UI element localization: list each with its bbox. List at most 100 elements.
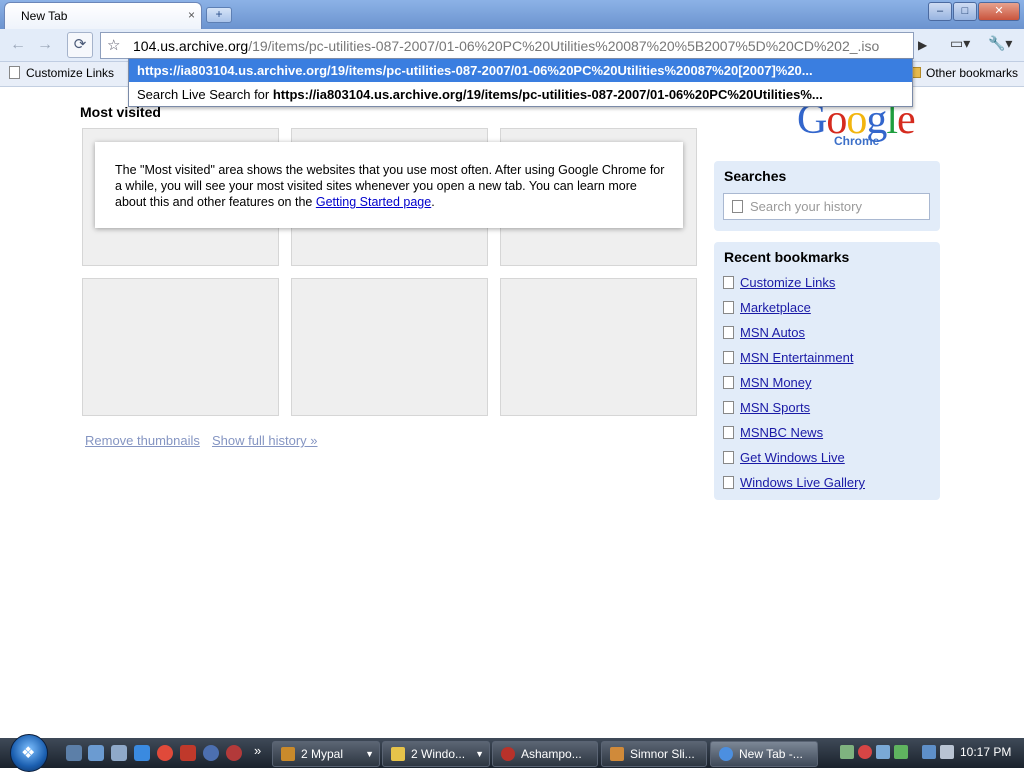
taskbar-button-new-tab[interactable]: New Tab -...	[710, 741, 818, 767]
wrench-menu-icon[interactable]: 🔧▾	[988, 35, 1012, 52]
recent-bookmark-item[interactable]: MSN Entertainment	[723, 350, 853, 365]
page-icon	[723, 326, 734, 339]
suggestion-url[interactable]: https://ia803104.us.archive.org/19/items…	[129, 59, 912, 82]
recent-bookmark-link[interactable]: MSN Money	[740, 375, 812, 390]
taskbar-button-ashampoo[interactable]: Ashampo...	[492, 741, 598, 767]
most-visited-info-box: The "Most visited" area shows the websit…	[95, 142, 683, 228]
tab-new-tab[interactable]: New Tab ×	[4, 2, 202, 30]
recent-bookmark-item[interactable]: MSN Autos	[723, 325, 805, 340]
recent-bookmark-link[interactable]: Customize Links	[740, 275, 835, 290]
taskbar-label: 2 Windo...	[411, 747, 466, 761]
thumbnail-slot[interactable]	[291, 278, 488, 416]
recent-bookmarks-panel: Recent bookmarks Customize Links Marketp…	[714, 242, 940, 500]
chevron-down-icon: ▼	[365, 749, 374, 759]
page-icon	[723, 476, 734, 489]
recent-bookmark-link[interactable]: MSN Sports	[740, 400, 810, 415]
chevron-down-icon: ▼	[475, 749, 484, 759]
recent-bookmark-item[interactable]: Marketplace	[723, 300, 811, 315]
taskbar-button-simnor[interactable]: Simnor Sli...	[601, 741, 707, 767]
taskbar-button-windows[interactable]: 2 Windo... ▼	[382, 741, 490, 767]
simnor-icon	[610, 747, 624, 761]
ashampoo-icon	[501, 747, 515, 761]
thumbnail-slot[interactable]	[82, 278, 279, 416]
recent-bookmark-link[interactable]: MSN Entertainment	[740, 350, 853, 365]
taskbar-clock[interactable]: 10:17 PM	[960, 745, 1011, 759]
other-bookmarks-label: Other bookmarks	[926, 66, 1019, 80]
history-search-input[interactable]	[748, 196, 930, 217]
search-query: https://ia803104.us.archive.org/19/items…	[272, 87, 823, 102]
omnibox-suggestions: https://ia803104.us.archive.org/19/items…	[128, 58, 913, 107]
recent-bookmark-item[interactable]: MSN Money	[723, 375, 812, 390]
page-icon	[723, 301, 734, 314]
taskbar-label: Simnor Sli...	[630, 747, 695, 761]
suggestion-search[interactable]: Search Live Search for https://ia803104.…	[129, 83, 912, 106]
recent-bookmark-item[interactable]: Customize Links	[723, 275, 835, 290]
recent-bookmark-item[interactable]: Get Windows Live	[723, 450, 845, 465]
recent-bookmark-link[interactable]: MSN Autos	[740, 325, 805, 340]
thumbnail-slot[interactable]	[500, 278, 697, 416]
reload-button[interactable]: ⟳	[67, 32, 93, 58]
recent-bookmark-item[interactable]: MSN Sports	[723, 400, 810, 415]
explorer-icon[interactable]	[111, 745, 127, 761]
media-icon[interactable]	[226, 745, 242, 761]
bookmark-star-icon[interactable]: ☆	[107, 36, 120, 54]
taskbar-button-mypal[interactable]: 2 Mypal ▼	[272, 741, 380, 767]
search-prefix: Search Live Search for	[137, 87, 270, 102]
tray-app-icon[interactable]	[840, 745, 854, 759]
page-icon	[732, 200, 743, 213]
gmail-icon[interactable]	[180, 745, 196, 761]
recent-bookmarks-title: Recent bookmarks	[724, 249, 850, 265]
chrome-icon[interactable]	[157, 745, 173, 761]
url-path: /19/items/pc-utilities-087-2007/01-06%20…	[248, 38, 880, 54]
minimize-button[interactable]: –	[928, 2, 952, 21]
recent-bookmark-item[interactable]: Windows Live Gallery	[723, 475, 865, 490]
show-desktop-icon[interactable]	[66, 745, 82, 761]
new-tab-button[interactable]: +	[206, 7, 232, 23]
forward-button[interactable]: →	[34, 34, 56, 56]
go-arrow-icon[interactable]: ▶	[918, 38, 927, 52]
quicklaunch-more-icon[interactable]: »	[254, 743, 261, 758]
getting-started-link[interactable]: Getting Started page	[316, 195, 431, 209]
page-icon	[723, 351, 734, 364]
taskbar-label: 2 Mypal	[301, 747, 344, 761]
mypal-icon	[281, 747, 295, 761]
close-window-button[interactable]: ✕	[978, 2, 1020, 21]
recent-bookmark-link[interactable]: MSNBC News	[740, 425, 823, 440]
messenger-icon[interactable]	[203, 745, 219, 761]
start-button[interactable]: ❖	[10, 734, 48, 772]
url-host: 104.us.archive.org	[133, 38, 249, 54]
title-bar: New Tab × + – □ ✕	[0, 0, 1024, 30]
show-full-history-link[interactable]: Show full history »	[212, 433, 318, 448]
page-icon	[723, 276, 734, 289]
bookmark-customize-links[interactable]: Customize Links	[9, 66, 114, 80]
other-bookmarks-button[interactable]: Other bookmarks	[909, 66, 1018, 80]
tab-close-icon[interactable]: ×	[188, 8, 195, 22]
tray-app-icon[interactable]	[894, 745, 908, 759]
page-icon	[723, 376, 734, 389]
volume-muted-icon[interactable]	[940, 745, 954, 759]
history-search-box[interactable]	[723, 193, 930, 220]
page-icon	[723, 401, 734, 414]
taskbar-label: Ashampo...	[521, 747, 582, 761]
tray-app-icon[interactable]	[876, 745, 890, 759]
internet-explorer-icon[interactable]	[134, 745, 150, 761]
tray-security-icon[interactable]	[858, 745, 872, 759]
recent-bookmark-link[interactable]: Get Windows Live	[740, 450, 845, 465]
searches-title: Searches	[724, 168, 787, 184]
page-icon	[723, 426, 734, 439]
chrome-icon	[719, 747, 733, 761]
maximize-button[interactable]: □	[953, 2, 977, 21]
page-icon	[723, 451, 734, 464]
recent-bookmark-item[interactable]: MSNBC News	[723, 425, 823, 440]
taskbar-label: New Tab -...	[739, 747, 803, 761]
recent-bookmark-link[interactable]: Windows Live Gallery	[740, 475, 865, 490]
system-tray: 10:17 PM	[832, 741, 1024, 765]
switch-windows-icon[interactable]	[88, 745, 104, 761]
address-bar[interactable]: ☆ 104.us.archive.org/19/items/pc-utiliti…	[100, 32, 914, 59]
remove-thumbnails-link[interactable]: Remove thumbnails	[85, 433, 200, 448]
page-menu-icon[interactable]: ▭▾	[950, 35, 970, 52]
address-url[interactable]: 104.us.archive.org/19/items/pc-utilities…	[133, 38, 909, 54]
back-button[interactable]: ←	[7, 34, 29, 56]
network-icon[interactable]	[922, 745, 936, 759]
recent-bookmark-link[interactable]: Marketplace	[740, 300, 811, 315]
